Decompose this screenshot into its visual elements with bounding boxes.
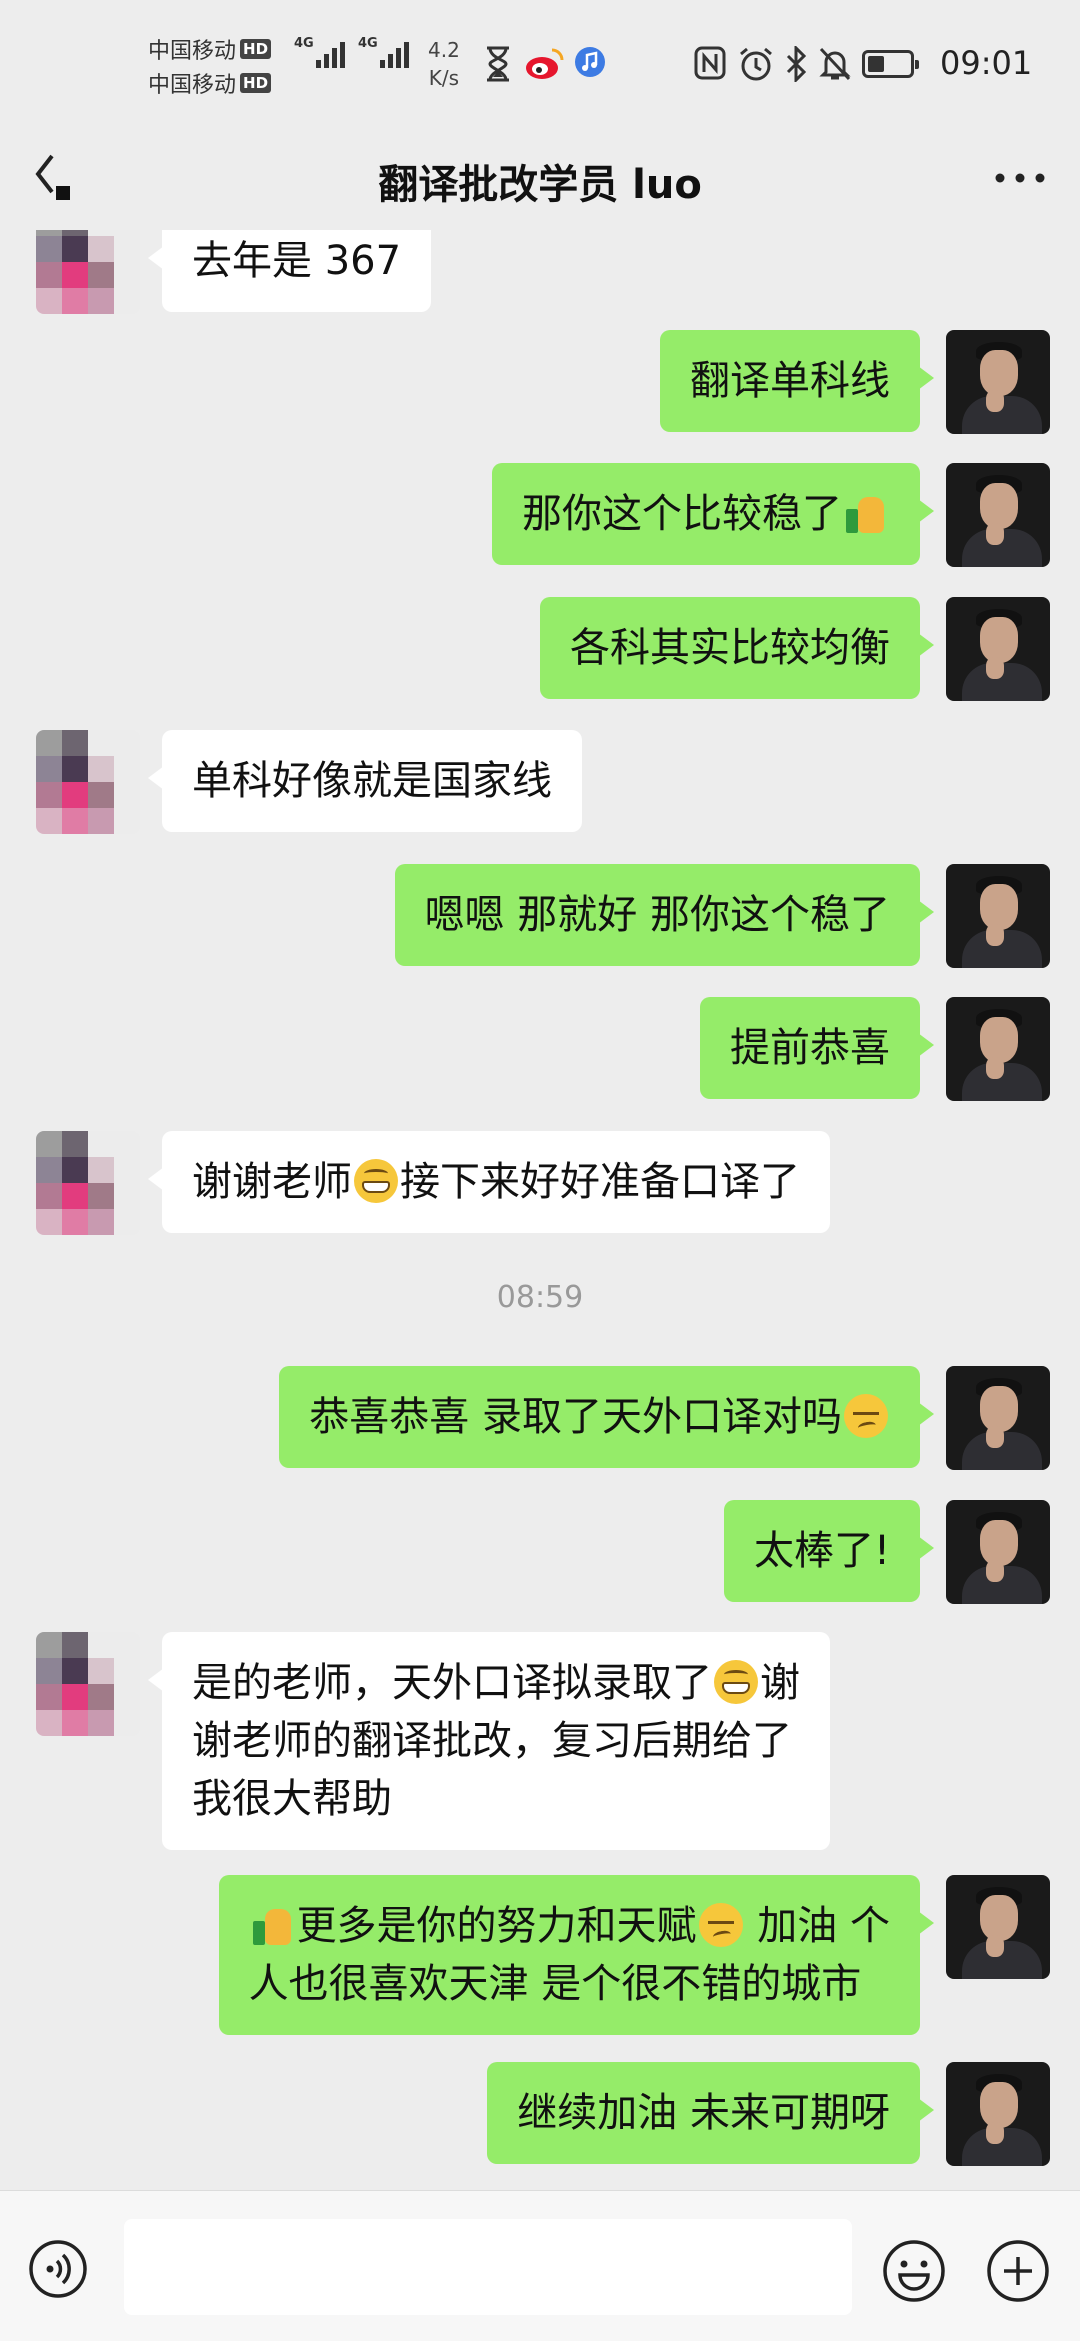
carrier-1: 中国移动 [148,39,237,64]
plus-button[interactable] [986,2239,1050,2303]
battery-icon [862,50,919,78]
nfc-icon [694,46,726,80]
teacher-avatar[interactable] [946,2062,1050,2166]
student-avatar[interactable] [36,230,140,314]
grin-emoji [714,1660,758,1704]
message-bubble[interactable]: 太棒了! [723,1500,935,1602]
message-bubble[interactable]: 去年是 367 [147,230,432,312]
signal-icon: 4G [358,36,409,68]
signal-icon: 4G [294,36,345,68]
message-bubble[interactable]: 谢谢老师 接下来好好准备口译了 [148,1131,830,1233]
mute-icon [819,47,851,81]
thumbs-up-emoji [844,491,888,535]
message-bubble[interactable]: 那你这个比较稳了 [492,463,934,565]
grin-emoji [354,1159,398,1203]
message-bubble[interactable]: 更多是你的努力和天赋 加油 个 人也很喜欢天津 是个很不错的城市 [218,1875,935,2035]
teacher-avatar[interactable] [946,597,1050,701]
network-speed: 4.2 K/s [428,38,460,90]
clock: 09:01 [940,44,1033,82]
emoji-icon [883,2240,945,2302]
message-list[interactable]: 去年是 367 翻译单科线 那你这个比较稳了 各科其实比较均衡 单科好像就是国家… [0,230,1080,2190]
teacher-avatar[interactable] [946,330,1050,434]
emoji-button[interactable] [882,2239,946,2303]
message-bubble[interactable]: 恭喜恭喜 录取了天外口译对吗 [279,1366,934,1468]
student-avatar[interactable] [36,1131,140,1235]
student-avatar[interactable] [36,1632,140,1736]
message-bubble[interactable]: 翻译单科线 [660,330,934,432]
voice-icon [29,2240,87,2298]
bluetooth-icon [786,46,807,82]
weibo-icon [526,48,564,79]
smirk-emoji [698,1903,743,1947]
smirk-emoji [844,1394,888,1438]
student-avatar[interactable] [36,730,140,834]
hd-badge: HD [240,39,272,59]
teacher-avatar[interactable] [946,997,1050,1101]
teacher-avatar[interactable] [946,463,1050,567]
message-timestamp: 08:59 [496,1280,584,1315]
message-bubble[interactable]: 提前恭喜 [700,997,934,1099]
message-input[interactable] [124,2219,852,2315]
teacher-avatar[interactable] [946,864,1050,968]
more-button[interactable] [990,158,1050,198]
message-bubble[interactable]: 嗯嗯 那就好 那你这个稳了 [394,864,935,966]
teacher-avatar[interactable] [946,1875,1050,1979]
carrier-info: 中国移动 HD 中国移动 HD [148,32,288,100]
voice-button[interactable] [28,2239,88,2299]
thumbs-up-emoji [251,1903,295,1947]
message-bubble[interactable]: 是的老师，天外口译拟录取了谢 谢老师的翻译批改，复习后期给了 我很大帮助 [148,1632,830,1850]
teacher-avatar[interactable] [946,1366,1050,1470]
alarm-icon [740,47,772,81]
chat-header: 翻译批改学员 luo [0,130,1080,230]
chat-title: 翻译批改学员 luo [378,162,702,208]
more-icon [995,173,1045,183]
message-bubble[interactable]: 继续加油 未来可期呀 [487,2062,934,2164]
message-bubble[interactable]: 单科好像就是国家线 [148,730,582,832]
hourglass-icon [487,46,509,82]
plus-icon [987,2240,1049,2302]
teacher-avatar[interactable] [946,1500,1050,1604]
music-icon [575,47,605,77]
input-bar [0,2190,1080,2341]
carrier-2: 中国移动 [148,73,237,98]
message-bubble[interactable]: 各科其实比较均衡 [540,597,934,699]
status-bar: 中国移动 HD 中国移动 HD 4G 4G 4.2 K/s 09:01 [0,0,1080,130]
hd-badge: HD [240,73,272,93]
